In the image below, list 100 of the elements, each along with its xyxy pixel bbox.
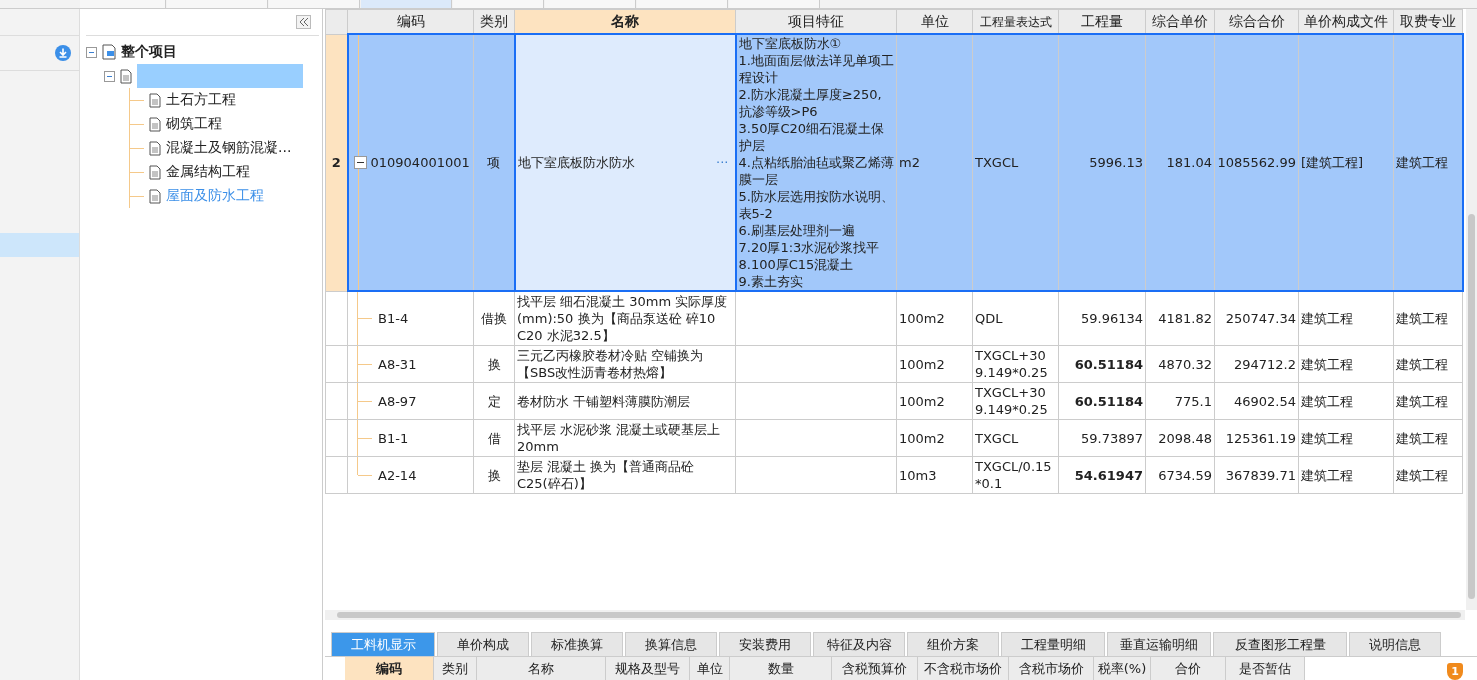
table-cell: 建筑工程 (1298, 456, 1394, 494)
tab[interactable] (167, 0, 268, 8)
collapse-toggle-icon[interactable] (104, 70, 115, 82)
document-icon (149, 116, 161, 132)
vertical-scrollbar[interactable] (1466, 9, 1477, 610)
table-cell: 59.73897 (1058, 419, 1146, 457)
tab[interactable]: 反查图形工程量 (1213, 632, 1347, 656)
table-cell: TXGCL (972, 419, 1059, 457)
column-header[interactable]: 税率(%) (1094, 657, 1151, 680)
column-header[interactable]: 不含税市场价 (918, 657, 1009, 680)
table-cell: 地下室底板防水① 1.地面面层做法详见单项工程设计 2.防水混凝土厚度≥250,抗渗等级>P6 3.50厚C20细石混凝土保护层 4.点粘纸胎油毡或聚乙烯薄膜一层 5.防水层选用按防水说明、表5-2 6.刷基层处理剂一遍 7.20厚1:3水泥砂浆找平 8.100厚C15混凝土 9.素土夯实 (735, 34, 897, 291)
table-cell: 2098.48 (1145, 419, 1215, 457)
table-cell: 建筑工程 (1298, 345, 1394, 383)
table-cell: 6734.59 (1145, 456, 1215, 494)
table-cell: 换 (473, 456, 515, 494)
column-header[interactable]: 数量 (730, 657, 832, 680)
download-icon[interactable] (55, 45, 71, 61)
tab[interactable]: 单价构成 (437, 632, 529, 656)
column-header[interactable]: 含税预算价 (832, 657, 918, 680)
project-icon (102, 44, 116, 60)
collapse-toggle-icon[interactable] (86, 46, 97, 58)
table-cell: 建筑工程 (1298, 419, 1394, 457)
collapse-toggle-icon[interactable] (353, 156, 367, 169)
tab[interactable]: 垂直运输明细 (1107, 632, 1211, 656)
quota-code: B1-4 (378, 310, 409, 327)
column-header[interactable]: 编码 (347, 9, 474, 34)
tab[interactable] (729, 0, 820, 8)
table-cell: 建筑工程 (1393, 345, 1463, 383)
column-header[interactable]: 单价构成文件 (1298, 9, 1394, 34)
table-cell: 建筑工程 (1393, 419, 1463, 457)
table-cell: 建筑工程 (1393, 382, 1463, 420)
table-cell: 54.61947 (1058, 456, 1146, 494)
column-header[interactable]: 综合合价 (1214, 9, 1299, 34)
table-cell: 换 (473, 345, 515, 383)
tab[interactable]: 换算信息 (625, 632, 717, 656)
tab[interactable] (637, 0, 728, 8)
table-cell: 1085562.99 (1214, 34, 1299, 291)
tab[interactable]: 说明信息 (1349, 632, 1441, 656)
column-header[interactable]: 名称 (514, 9, 736, 34)
horizontal-scrollbar[interactable] (325, 610, 1465, 620)
table-cell: 100m2 (896, 291, 973, 346)
tab[interactable]: 工程量明细 (1001, 632, 1105, 656)
table-cell: 项 (473, 34, 515, 291)
table-cell: 卷材防水 干铺塑料薄膜防潮层 (517, 392, 691, 410)
tree-item[interactable]: 整个项目 (121, 43, 177, 61)
table-cell: m2 (896, 34, 973, 291)
column-header[interactable]: 编码 (345, 657, 434, 680)
table-cell: 60.51184 (1058, 382, 1146, 420)
tree-item[interactable]: 土石方工程 (166, 91, 236, 109)
table-cell: 59.96134 (1058, 291, 1146, 346)
table-cell: 775.1 (1145, 382, 1215, 420)
table-cell: 46902.54 (1214, 382, 1299, 420)
document-icon (120, 68, 132, 84)
table-cell: 100m2 (896, 345, 973, 383)
table-cell: 181.04 (1145, 34, 1215, 291)
tree-item[interactable]: 金属结构工程 (166, 163, 250, 181)
column-header[interactable]: 名称 (477, 657, 606, 680)
column-header[interactable]: 是否暂估 (1226, 657, 1305, 680)
table-cell: 5996.13 (1058, 34, 1146, 291)
quota-code: A8-97 (378, 392, 417, 410)
table-cell: 100m2 (896, 419, 973, 457)
column-header[interactable]: 规格及型号 (606, 657, 690, 680)
table-cell-text: 找平层 水泥砂浆 混凝土或硬基层上 20mm (517, 421, 722, 455)
tab[interactable]: 组价方案 (907, 632, 999, 656)
table-cell: 4181.82 (1145, 291, 1215, 346)
column-header[interactable]: 类别 (434, 657, 477, 680)
table-cell: 借换 (473, 291, 515, 346)
table-cell-text: 三元乙丙橡胶卷材冷贴 空铺换为【SBS改性沥青卷材热熔】 (517, 347, 705, 381)
column-header[interactable]: 含税市场价 (1009, 657, 1094, 680)
table-cell: QDL (972, 291, 1059, 346)
redacted-label-bar[interactable] (137, 64, 303, 88)
tab[interactable] (269, 0, 360, 8)
tab[interactable] (80, 0, 166, 8)
column-header[interactable]: 工程量表达式 (972, 9, 1059, 34)
table-cell: 建筑工程 (1393, 456, 1463, 494)
document-icon (149, 164, 161, 180)
table-cell: 建筑工程 (1298, 382, 1394, 420)
tab[interactable] (545, 0, 636, 8)
quota-code: A8-31 (378, 355, 417, 373)
table-cell: TXGCL+309.149*0.25 (972, 382, 1059, 420)
tab[interactable] (361, 0, 452, 8)
column-header[interactable]: 合价 (1151, 657, 1226, 680)
tab[interactable]: 标准换算 (531, 632, 623, 656)
column-header[interactable]: 项目特征 (735, 9, 897, 34)
table-cell: 10m3 (896, 456, 973, 494)
document-icon (149, 188, 161, 204)
column-header[interactable]: 单位 (690, 657, 730, 680)
table-cell: TXGCL+309.149*0.25 (972, 345, 1059, 383)
table-cell: 100m2 (896, 382, 973, 420)
quota-code: B1-1 (378, 429, 409, 447)
tree-item[interactable]: 混凝土及钢筋混凝... (166, 139, 292, 157)
table-cell: 250747.34 (1214, 291, 1299, 346)
table-cell: 建筑工程 (1393, 291, 1463, 346)
table-cell: 294712.2 (1214, 345, 1299, 383)
tree-item[interactable]: 砌筑工程 (166, 115, 222, 133)
tab[interactable]: 特征及内容 (813, 632, 905, 656)
selected-item-highlight[interactable] (0, 233, 79, 257)
table-cell-text: 垫层 混凝土 换为【普通商品砼 C25(碎石)】 (517, 458, 696, 492)
tab[interactable]: 安装费用 (719, 632, 811, 656)
tab[interactable] (453, 0, 544, 8)
